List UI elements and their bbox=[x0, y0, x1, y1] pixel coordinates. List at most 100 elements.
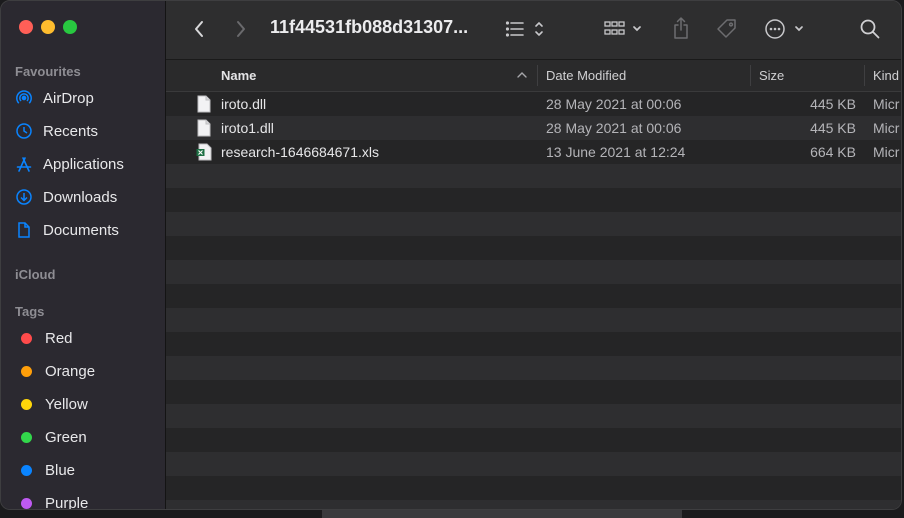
file-kind: Micr bbox=[873, 96, 900, 112]
ellipsis-circle-icon bbox=[765, 19, 803, 39]
empty-row bbox=[166, 404, 901, 428]
sidebar-item-label: Blue bbox=[45, 461, 76, 479]
file-size: 445 KB bbox=[810, 96, 856, 112]
file-date-modified: 28 May 2021 at 00:06 bbox=[546, 120, 682, 136]
back-button[interactable] bbox=[186, 16, 212, 42]
red-tag-dot-icon bbox=[21, 332, 32, 344]
file-icon bbox=[197, 116, 215, 140]
empty-row bbox=[166, 188, 901, 212]
empty-row bbox=[166, 308, 901, 332]
group-view-button[interactable] bbox=[602, 16, 648, 42]
file-date-modified: 28 May 2021 at 00:06 bbox=[546, 96, 682, 112]
column-divider[interactable] bbox=[864, 65, 865, 86]
column-header-size-label: Size bbox=[759, 68, 785, 83]
sidebar-item-label: Recents bbox=[43, 122, 99, 140]
icloud-section-label[interactable]: iCloud bbox=[15, 267, 55, 282]
column-header-name-label: Name bbox=[221, 68, 257, 83]
tag-button[interactable] bbox=[713, 15, 741, 43]
sidebar-tag-yellow[interactable]: Yellow bbox=[15, 391, 88, 417]
sidebar-item-applications[interactable]: Applications bbox=[15, 151, 124, 177]
sidebar-item-label: Documents bbox=[43, 221, 119, 239]
sidebar-tag-orange[interactable]: Orange bbox=[15, 358, 95, 384]
list-view-options-button[interactable] bbox=[504, 16, 550, 42]
tag-icon bbox=[717, 19, 736, 38]
file-size: 445 KB bbox=[810, 120, 856, 136]
grid-icon bbox=[604, 21, 641, 35]
favourites-section-label: Favourites bbox=[15, 64, 81, 79]
file-size: 664 KB bbox=[810, 144, 856, 160]
file-row[interactable]: iroto1.dll 28 May 2021 at 00:06 445 KB M… bbox=[166, 116, 901, 140]
sidebar-item-label: Applications bbox=[43, 155, 124, 173]
sidebar-item-downloads[interactable]: Downloads bbox=[15, 184, 117, 210]
column-divider[interactable] bbox=[750, 65, 751, 86]
file-list-view: Name Date Modified Size Kind iroto.dll 2… bbox=[166, 60, 901, 509]
empty-row bbox=[166, 356, 901, 380]
file-kind: Micr bbox=[873, 120, 900, 136]
chevron-right-icon bbox=[237, 21, 245, 37]
sidebar-item-documents[interactable]: Documents bbox=[15, 217, 119, 243]
sidebar: Favourites AirDrop Recents Applications … bbox=[1, 1, 166, 509]
download-icon bbox=[15, 188, 33, 206]
airdrop-icon bbox=[15, 89, 33, 107]
applications-icon bbox=[15, 155, 33, 173]
search-button[interactable] bbox=[856, 16, 884, 42]
column-header-kind-label: Kind bbox=[873, 68, 900, 83]
yellow-tag-dot-icon bbox=[21, 398, 32, 410]
column-header-size[interactable]: Size bbox=[759, 60, 859, 91]
empty-row bbox=[166, 332, 901, 356]
file-icon bbox=[197, 92, 215, 116]
file-rows: iroto.dll 28 May 2021 at 00:06 445 KB Mi… bbox=[166, 92, 901, 509]
excel-file-icon bbox=[196, 140, 216, 164]
sidebar-item-label: Purple bbox=[45, 494, 89, 510]
sidebar-item-label: Orange bbox=[45, 362, 96, 380]
column-header-date-modified[interactable]: Date Modified bbox=[546, 60, 746, 91]
empty-row bbox=[166, 428, 901, 452]
file-row[interactable]: research-1646684671.xls 13 June 2021 at … bbox=[166, 140, 901, 164]
sidebar-tag-red[interactable]: Red bbox=[15, 325, 73, 351]
close-window-button[interactable] bbox=[19, 20, 33, 34]
document-icon bbox=[15, 221, 33, 239]
file-name: iroto.dll bbox=[221, 96, 267, 112]
column-header-date-label: Date Modified bbox=[546, 68, 627, 83]
column-header-kind[interactable]: Kind bbox=[873, 60, 901, 91]
sidebar-tag-green[interactable]: Green bbox=[15, 424, 87, 450]
sort-ascending-icon bbox=[515, 68, 529, 82]
file-kind: Micr bbox=[873, 144, 900, 160]
column-divider[interactable] bbox=[537, 65, 538, 86]
window-controls bbox=[19, 20, 77, 34]
sidebar-item-label: Red bbox=[45, 329, 73, 347]
list-view-icon bbox=[505, 21, 543, 37]
more-actions-button[interactable] bbox=[764, 16, 808, 42]
purple-tag-dot-icon bbox=[21, 497, 32, 509]
empty-row bbox=[166, 476, 901, 500]
empty-row bbox=[166, 284, 901, 308]
sidebar-item-label: Green bbox=[45, 428, 87, 446]
clock-icon bbox=[15, 122, 33, 140]
file-row[interactable]: iroto.dll 28 May 2021 at 00:06 445 KB Mi… bbox=[166, 92, 901, 116]
orange-tag-dot-icon bbox=[21, 365, 32, 377]
file-name: research-1646684671.xls bbox=[221, 144, 379, 160]
sidebar-item-label: Downloads bbox=[43, 188, 118, 206]
finder-window: Favourites AirDrop Recents Applications … bbox=[0, 0, 902, 510]
background-window-edge bbox=[322, 510, 682, 518]
chevron-left-icon bbox=[195, 21, 203, 37]
forward-button[interactable] bbox=[228, 16, 254, 42]
sidebar-item-airdrop[interactable]: AirDrop bbox=[15, 85, 94, 111]
sidebar-item-recents[interactable]: Recents bbox=[15, 118, 98, 144]
sidebar-item-label: Yellow bbox=[45, 395, 88, 413]
zoom-window-button[interactable] bbox=[63, 20, 77, 34]
empty-row bbox=[166, 380, 901, 404]
column-header-name[interactable]: Name bbox=[221, 60, 521, 91]
share-button[interactable] bbox=[668, 14, 694, 42]
window-title: 11f44531fb088d31307... bbox=[270, 17, 469, 37]
blue-tag-dot-icon bbox=[21, 464, 32, 476]
tags-section-label: Tags bbox=[15, 304, 45, 319]
empty-row bbox=[166, 164, 901, 188]
sidebar-tag-blue[interactable]: Blue bbox=[15, 457, 75, 483]
minimize-window-button[interactable] bbox=[41, 20, 55, 34]
empty-row bbox=[166, 212, 901, 236]
empty-row bbox=[166, 452, 901, 476]
share-icon bbox=[674, 17, 688, 39]
empty-row bbox=[166, 500, 901, 509]
sidebar-tag-purple[interactable]: Purple bbox=[15, 490, 89, 510]
